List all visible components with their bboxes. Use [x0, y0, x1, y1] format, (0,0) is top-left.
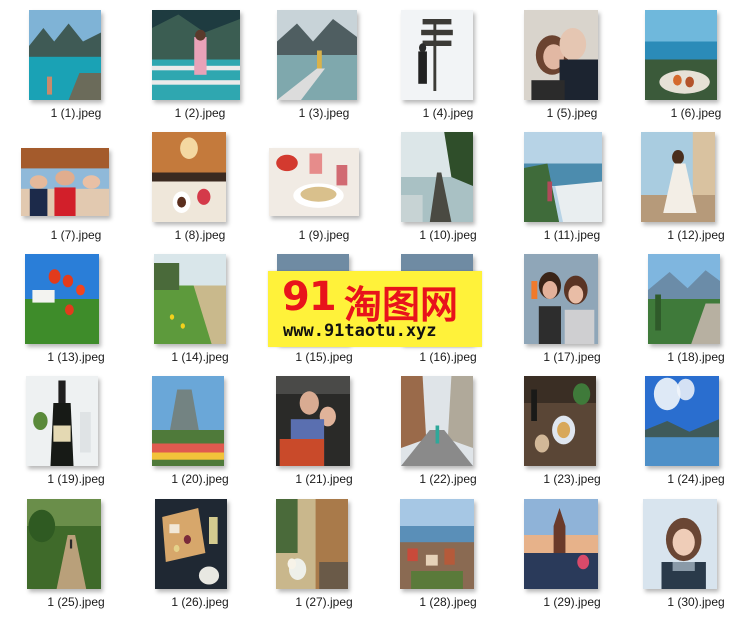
file-name-label[interactable]: 1 (2).jpeg	[139, 106, 261, 120]
image-thumbnail[interactable]	[400, 499, 474, 589]
image-thumbnail[interactable]	[524, 499, 598, 589]
file-name-label[interactable]: 1 (20).jpeg	[139, 472, 261, 486]
file-item[interactable]: 1 (14).jpeg	[139, 249, 261, 371]
file-name-label[interactable]: 1 (1).jpeg	[15, 106, 137, 120]
image-thumbnail[interactable]	[27, 499, 101, 589]
image-thumbnail[interactable]	[648, 254, 720, 344]
file-name-label[interactable]: 1 (30).jpeg	[635, 595, 750, 609]
file-name-label[interactable]: 1 (29).jpeg	[511, 595, 633, 609]
file-item[interactable]: 1 (27).jpeg	[263, 494, 385, 616]
image-thumbnail[interactable]	[21, 148, 109, 216]
file-item[interactable]: 1 (4).jpeg	[387, 5, 509, 127]
file-item[interactable]: 1 (7).jpeg	[15, 127, 137, 249]
file-name-label[interactable]: 1 (13).jpeg	[15, 350, 137, 364]
image-thumbnail[interactable]	[152, 376, 224, 466]
file-item[interactable]: 1 (11).jpeg	[511, 127, 633, 249]
image-thumbnail[interactable]	[401, 132, 473, 222]
file-item[interactable]: 1 (17).jpeg	[511, 249, 633, 371]
file-item[interactable]: 1 (19).jpeg	[15, 371, 137, 493]
file-item[interactable]: 1 (3).jpeg	[263, 5, 385, 127]
file-item[interactable]: 1 (30).jpeg	[635, 494, 750, 616]
file-name-label[interactable]: 1 (14).jpeg	[139, 350, 261, 364]
watermark-url: www.91taotu.xyz	[283, 321, 437, 341]
file-name-label[interactable]: 1 (15).jpeg	[263, 350, 385, 364]
file-item[interactable]: 1 (21).jpeg	[263, 371, 385, 493]
file-item[interactable]: 1 (18).jpeg	[635, 249, 750, 371]
file-item[interactable]: 1 (8).jpeg	[139, 127, 261, 249]
file-item[interactable]: 1 (2).jpeg	[139, 5, 261, 127]
file-item[interactable]: 1 (10).jpeg	[387, 127, 509, 249]
file-item[interactable]: 1 (29).jpeg	[511, 494, 633, 616]
image-thumbnail[interactable]	[401, 376, 473, 466]
image-thumbnail[interactable]	[152, 10, 240, 100]
file-item[interactable]: 1 (20).jpeg	[139, 371, 261, 493]
image-thumbnail[interactable]	[269, 148, 359, 216]
file-item[interactable]: 1 (9).jpeg	[263, 127, 385, 249]
file-item[interactable]: 1 (13).jpeg	[15, 249, 137, 371]
file-name-label[interactable]: 1 (7).jpeg	[15, 228, 137, 242]
file-name-label[interactable]: 1 (23).jpeg	[511, 472, 633, 486]
file-name-label[interactable]: 1 (5).jpeg	[511, 106, 633, 120]
file-name-label[interactable]: 1 (26).jpeg	[139, 595, 261, 609]
image-thumbnail[interactable]	[524, 132, 602, 222]
image-thumbnail[interactable]	[276, 376, 350, 466]
file-name-label[interactable]: 1 (21).jpeg	[263, 472, 385, 486]
image-thumbnail[interactable]	[152, 132, 226, 222]
file-name-label[interactable]: 1 (22).jpeg	[387, 472, 509, 486]
image-thumbnail[interactable]	[29, 10, 101, 100]
file-name-label[interactable]: 1 (19).jpeg	[15, 472, 137, 486]
file-name-label[interactable]: 1 (3).jpeg	[263, 106, 385, 120]
watermark-number: 91	[282, 274, 337, 320]
image-thumbnail[interactable]	[524, 254, 598, 344]
image-thumbnail[interactable]	[154, 254, 226, 344]
file-item[interactable]: 1 (1).jpeg	[15, 5, 137, 127]
file-name-label[interactable]: 1 (11).jpeg	[511, 228, 633, 242]
file-item[interactable]: 1 (6).jpeg	[635, 5, 750, 127]
file-item[interactable]: 1 (22).jpeg	[387, 371, 509, 493]
file-item[interactable]: 1 (5).jpeg	[511, 5, 633, 127]
file-item[interactable]: 1 (28).jpeg	[387, 494, 509, 616]
image-thumbnail[interactable]	[25, 254, 99, 344]
file-item[interactable]: 1 (12).jpeg	[635, 127, 750, 249]
image-thumbnail[interactable]	[645, 376, 719, 466]
file-name-label[interactable]: 1 (4).jpeg	[387, 106, 509, 120]
file-name-label[interactable]: 1 (10).jpeg	[387, 228, 509, 242]
image-thumbnail[interactable]	[641, 132, 715, 222]
file-name-label[interactable]: 1 (27).jpeg	[263, 595, 385, 609]
image-thumbnail[interactable]	[645, 10, 717, 100]
file-name-label[interactable]: 1 (6).jpeg	[635, 106, 750, 120]
image-thumbnail[interactable]	[524, 10, 598, 100]
image-thumbnail[interactable]	[26, 376, 98, 466]
file-name-label[interactable]: 1 (8).jpeg	[139, 228, 261, 242]
image-thumbnail[interactable]	[276, 499, 348, 589]
image-thumbnail[interactable]	[401, 10, 473, 100]
file-name-label[interactable]: 1 (18).jpeg	[635, 350, 750, 364]
file-item[interactable]: 1 (25).jpeg	[15, 494, 137, 616]
image-thumbnail[interactable]	[277, 10, 357, 100]
file-name-label[interactable]: 1 (24).jpeg	[635, 472, 750, 486]
file-name-label[interactable]: 1 (28).jpeg	[387, 595, 509, 609]
watermark-banner: 91 淘图网 www.91taotu.xyz	[268, 271, 482, 347]
file-name-label[interactable]: 1 (9).jpeg	[263, 228, 385, 242]
file-name-label[interactable]: 1 (17).jpeg	[511, 350, 633, 364]
image-thumbnail[interactable]	[524, 376, 596, 466]
file-name-label[interactable]: 1 (25).jpeg	[15, 595, 137, 609]
file-item[interactable]: 1 (24).jpeg	[635, 371, 750, 493]
file-item[interactable]: 1 (23).jpeg	[511, 371, 633, 493]
image-thumbnail[interactable]	[155, 499, 227, 589]
file-name-label[interactable]: 1 (16).jpeg	[387, 350, 509, 364]
file-name-label[interactable]: 1 (12).jpeg	[635, 228, 750, 242]
image-thumbnail[interactable]	[643, 499, 717, 589]
file-item[interactable]: 1 (26).jpeg	[139, 494, 261, 616]
